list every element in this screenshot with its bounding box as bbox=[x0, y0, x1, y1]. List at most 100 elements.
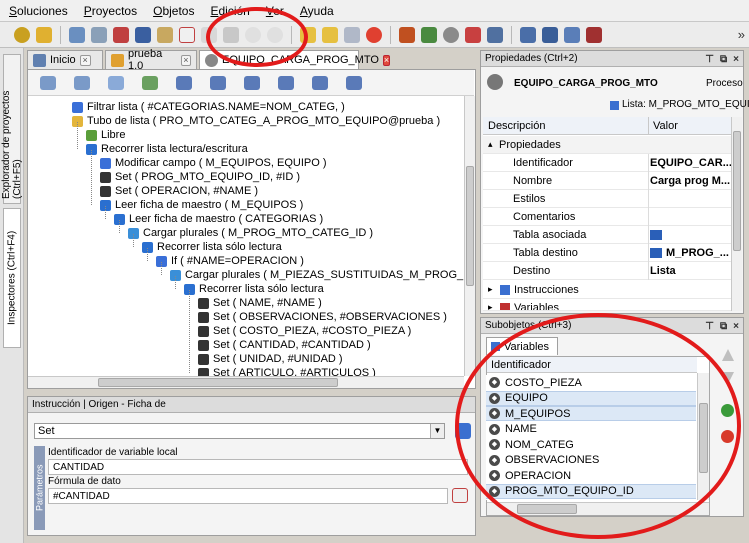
tab-project-explorer[interactable]: Explorador de proyectos (Ctrl+F5) bbox=[1, 54, 23, 204]
variable-item[interactable]: ◆ PROG_MTO_EQUIPO_ID bbox=[486, 483, 696, 499]
variables-section-row[interactable]: ▸ Variables bbox=[483, 299, 741, 311]
tree-node[interactable]: Cargar plurales ( M_PIEZAS_SUSTITUIDAS_M… bbox=[170, 268, 464, 282]
property-row[interactable]: Tabla asociada bbox=[483, 226, 741, 244]
new-folder-icon[interactable] bbox=[300, 26, 316, 43]
delete-icon[interactable] bbox=[721, 430, 734, 443]
property-row[interactable]: Tabla destino M_PROG_... bbox=[483, 244, 741, 262]
variables-hscrollbar[interactable] bbox=[487, 502, 709, 515]
tree-node[interactable]: Recorrer lista sólo lectura bbox=[184, 282, 324, 296]
expand-icon[interactable]: ▸ bbox=[488, 284, 493, 295]
tab-equipo-carga[interactable]: EQUIPO_CARGA_PROG_MTO × bbox=[199, 50, 391, 69]
scroll-thumb[interactable] bbox=[733, 131, 741, 251]
scroll-thumb[interactable] bbox=[699, 403, 708, 473]
print-icon[interactable] bbox=[157, 26, 173, 43]
move-left-icon[interactable] bbox=[176, 75, 192, 90]
window-icon[interactable] bbox=[69, 26, 85, 43]
cut-icon[interactable] bbox=[179, 26, 195, 43]
variable-item[interactable]: ◆ OPERACION bbox=[486, 468, 696, 483]
collapse-icon[interactable] bbox=[346, 75, 362, 90]
tree-node[interactable]: Set ( OBSERVACIONES, #OBSERVACIONES ) bbox=[198, 310, 447, 324]
indent-icon[interactable] bbox=[40, 75, 56, 90]
properties-scrollbar[interactable] bbox=[731, 117, 742, 311]
move-up-icon[interactable] bbox=[244, 75, 260, 90]
tree-node[interactable]: Set ( UNIDAD, #UNIDAD ) bbox=[198, 352, 343, 366]
redo-icon[interactable] bbox=[267, 26, 283, 43]
tree-node[interactable]: Set ( PROG_MTO_EQUIPO_ID, #ID ) bbox=[100, 170, 300, 184]
tree-node[interactable]: Cargar plurales ( M_PROG_MTO_CATEG_ID ) bbox=[128, 226, 373, 240]
scroll-thumb[interactable] bbox=[466, 166, 474, 286]
instructions-section-row[interactable]: ▸ Instrucciones bbox=[483, 281, 741, 299]
move-down-icon[interactable] bbox=[278, 75, 294, 90]
paste-icon[interactable] bbox=[223, 26, 239, 43]
pin-icon[interactable]: ⊤ bbox=[705, 321, 714, 332]
tree-node[interactable]: Set ( COSTO_PIEZA, #COSTO_PIEZA ) bbox=[198, 324, 411, 338]
variable-item[interactable]: ◆ EQUIPO bbox=[486, 390, 696, 406]
stop-icon[interactable] bbox=[366, 26, 382, 43]
tree-node[interactable]: If ( #NAME=OPERACION ) bbox=[156, 254, 304, 268]
tree-node[interactable]: Filtrar lista ( #CATEGORIAS.NAME=NOM_CAT… bbox=[72, 100, 345, 114]
tab-variables[interactable]: Variables bbox=[486, 337, 558, 355]
formula-field[interactable]: #CANTIDAD bbox=[48, 488, 448, 504]
save-icon[interactable] bbox=[113, 26, 129, 43]
table-icon[interactable] bbox=[399, 26, 415, 43]
monitor-icon[interactable] bbox=[520, 26, 536, 43]
tree-node[interactable]: Leer ficha de maestro ( M_EQUIPOS ) bbox=[100, 198, 303, 212]
panel-icon[interactable] bbox=[586, 26, 602, 43]
tree-node[interactable]: Set ( ARTICULO, #ARTICULOS ) bbox=[198, 366, 376, 376]
properties-icon[interactable] bbox=[344, 26, 360, 43]
tree-node[interactable]: Set ( OPERACION, #NAME ) bbox=[100, 184, 258, 198]
close-icon[interactable]: × bbox=[733, 321, 739, 332]
scroll-thumb[interactable] bbox=[98, 378, 338, 387]
menu-ver[interactable]: Ver bbox=[265, 2, 285, 20]
tree-vertical-scrollbar[interactable] bbox=[464, 96, 475, 376]
close-icon[interactable]: × bbox=[733, 54, 739, 65]
instruction-type-select[interactable]: Set ▼ bbox=[34, 423, 445, 439]
formula-editor-icon[interactable] bbox=[452, 488, 468, 503]
tree-node[interactable]: Tubo de lista ( PRO_MTO_CATEG_A_PROG_MTO… bbox=[72, 114, 440, 128]
apply-icon[interactable] bbox=[455, 423, 471, 439]
open-folder-icon[interactable] bbox=[322, 26, 338, 43]
variable-item[interactable]: ◆ COSTO_PIEZA bbox=[486, 375, 696, 390]
float-icon[interactable]: ⧉ bbox=[720, 321, 727, 332]
property-row[interactable]: Estilos bbox=[483, 190, 741, 208]
variables-scrollbar[interactable] bbox=[697, 373, 709, 500]
property-row[interactable]: Nombre Carga prog M... bbox=[483, 172, 741, 190]
copy-icon[interactable] bbox=[201, 26, 217, 43]
close-icon[interactable]: × bbox=[180, 54, 191, 66]
save-all-icon[interactable] bbox=[135, 26, 151, 43]
float-icon[interactable]: ⧉ bbox=[720, 54, 727, 65]
tab-inicio[interactable]: Inicio × bbox=[27, 50, 103, 69]
scroll-thumb[interactable] bbox=[517, 504, 577, 514]
tab-inspectors[interactable]: Inspectores (Ctrl+F4) bbox=[3, 208, 21, 348]
tree-node[interactable]: Modificar campo ( M_EQUIPOS, EQUIPO ) bbox=[100, 156, 327, 170]
gear-icon[interactable] bbox=[443, 26, 459, 43]
tree-node[interactable]: Recorrer lista lectura/escritura bbox=[86, 142, 248, 156]
tree-node[interactable]: Set ( CANTIDAD, #CANTIDAD ) bbox=[198, 338, 371, 352]
tree-node[interactable]: Libre bbox=[86, 128, 125, 142]
tree-node[interactable]: Set ( NAME, #NAME ) bbox=[198, 296, 322, 310]
layout-icon[interactable] bbox=[542, 26, 558, 43]
tab-prueba[interactable]: prueba 1.0 × bbox=[105, 48, 197, 72]
expand-icon[interactable]: ▸ bbox=[488, 302, 493, 310]
menu-soluciones[interactable]: Soluciones bbox=[8, 2, 69, 20]
layers-icon[interactable] bbox=[564, 26, 580, 43]
folder-open-icon[interactable] bbox=[36, 26, 52, 43]
undo-icon[interactable] bbox=[245, 26, 261, 43]
chevron-down-icon[interactable]: ▼ bbox=[430, 424, 444, 438]
tree-node[interactable]: Recorrer lista sólo lectura bbox=[142, 240, 282, 254]
collapse-icon[interactable]: ▴ bbox=[488, 139, 493, 150]
doc-icon[interactable] bbox=[91, 26, 107, 43]
property-row[interactable]: Destino Lista bbox=[483, 262, 741, 280]
menu-objetos[interactable]: Objetos bbox=[152, 2, 195, 20]
wand-icon[interactable] bbox=[487, 26, 503, 43]
properties-group-row[interactable]: ▴ Propiedades bbox=[483, 136, 741, 154]
move-right-icon[interactable] bbox=[210, 75, 226, 90]
toolbar-overflow-icon[interactable]: » bbox=[738, 27, 745, 42]
tree-horizontal-scrollbar[interactable] bbox=[28, 376, 464, 388]
add-icon[interactable] bbox=[721, 404, 734, 417]
pin-icon[interactable]: ⊤ bbox=[705, 54, 714, 65]
menu-edicion[interactable]: Edición bbox=[209, 2, 250, 20]
menu-proyectos[interactable]: Proyectos bbox=[83, 2, 138, 20]
variable-item[interactable]: ◆ M_EQUIPOS bbox=[486, 406, 696, 421]
close-icon[interactable]: × bbox=[382, 54, 391, 66]
